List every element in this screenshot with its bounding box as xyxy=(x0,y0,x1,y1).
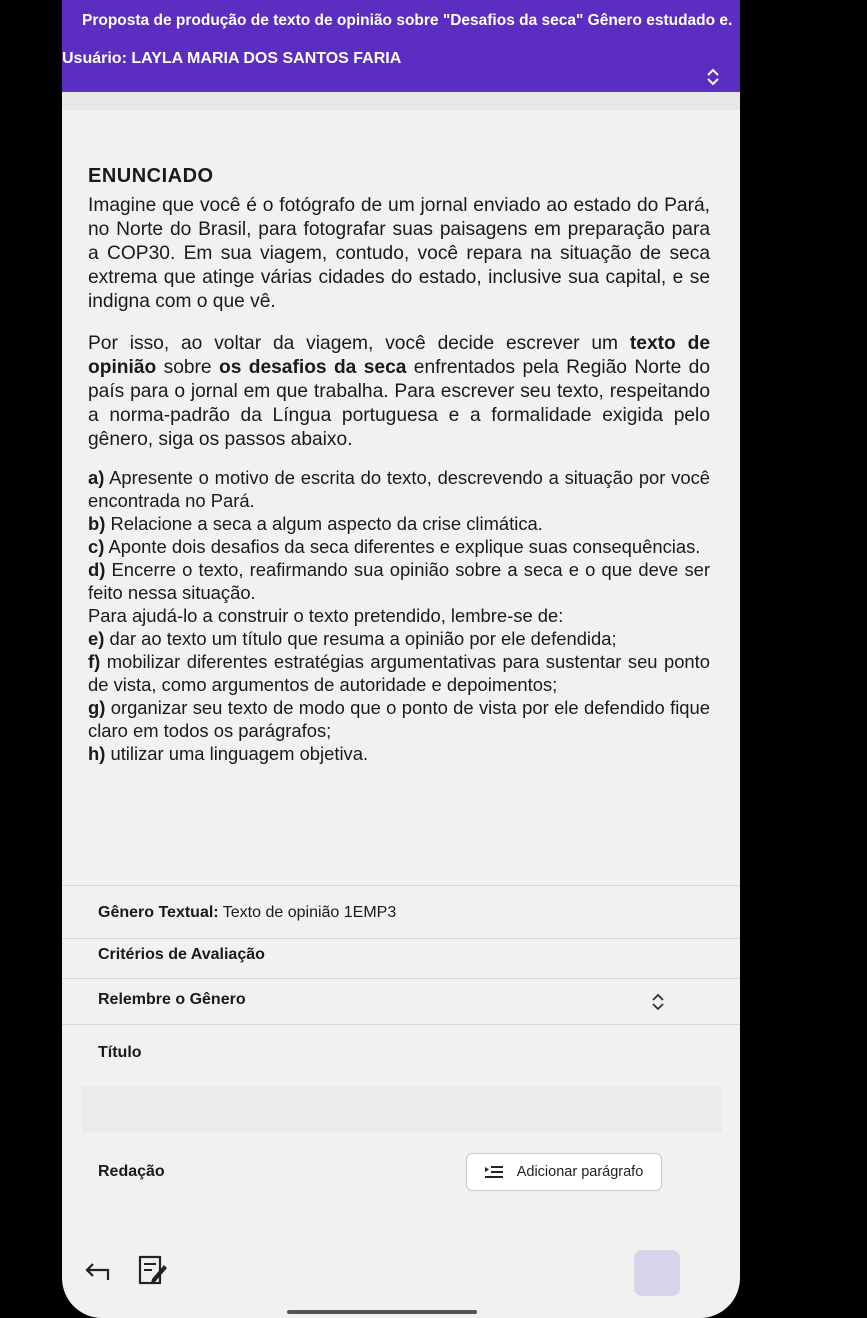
text-fragment: sobre xyxy=(156,357,219,378)
add-paragraph-button[interactable]: Adicionar parágrafo xyxy=(466,1153,662,1191)
list-item: c) Aponte dois desafios da seca diferent… xyxy=(88,536,701,557)
app-screen: Proposta de produção de texto de opinião… xyxy=(62,0,740,1318)
edit-icon[interactable] xyxy=(138,1254,168,1286)
enunciado-paragraph-2: Por isso, ao voltar da viagem, você deci… xyxy=(88,332,710,452)
helper-text: Para ajudá-lo a construir o texto preten… xyxy=(88,605,564,626)
add-paragraph-icon xyxy=(484,1166,503,1178)
add-paragraph-label: Adicionar parágrafo xyxy=(516,1164,644,1180)
divider xyxy=(62,978,740,979)
chevron-updown-icon[interactable] xyxy=(648,992,668,1012)
remember-genre-toggle[interactable]: Relembre o Gênero xyxy=(98,991,246,1009)
enunciado-paragraph-1: Imagine que você é o fotógrafo de um jor… xyxy=(88,195,710,312)
send-button[interactable] xyxy=(634,1250,680,1296)
app-header: Proposta de produção de texto de opinião… xyxy=(62,0,740,92)
list-item: h) utilizar uma linguagem objetiva. xyxy=(88,743,369,764)
list-item: a) Apresente o motivo de escrita do text… xyxy=(88,467,710,511)
page-title: Proposta de produção de texto de opinião… xyxy=(82,12,732,29)
header-strip xyxy=(62,92,740,110)
divider xyxy=(62,1024,740,1025)
genre-label: Gênero Textual: Texto de opinião 1EMP3 xyxy=(98,904,397,921)
list-item: b) Relacione a seca a algum aspecto da c… xyxy=(88,513,543,534)
enunciado-heading: ENUNCIADO xyxy=(88,165,214,187)
instruction-list: a) Apresente o motivo de escrita do text… xyxy=(88,466,710,765)
list-item: d) Encerre o texto, reafirmando sua opin… xyxy=(88,559,710,603)
bottom-toolbar xyxy=(62,1240,740,1318)
essay-label: Redação xyxy=(98,1163,165,1180)
text-fragment: Por isso, ao voltar da viagem, você deci… xyxy=(88,333,630,354)
list-item: e) dar ao texto um título que resuma a o… xyxy=(88,628,617,649)
title-input[interactable] xyxy=(82,1086,722,1132)
divider xyxy=(62,885,740,886)
title-label: Título xyxy=(98,1044,142,1061)
home-indicator[interactable] xyxy=(287,1310,477,1314)
prompt-card: ENUNCIADO Imagine que você é o fotógrafo… xyxy=(76,145,726,890)
list-item: f) mobilizar diferentes estratégias argu… xyxy=(88,651,710,695)
back-arrow-icon[interactable] xyxy=(84,1260,112,1284)
list-item: g) organizar seu texto de modo que o pon… xyxy=(88,697,710,741)
criteria-toggle[interactable]: Critérios de Avaliação xyxy=(98,946,265,964)
user-label: Usuário: LAYLA MARIA DOS SANTOS FARIA xyxy=(62,50,402,67)
divider xyxy=(62,938,740,939)
bold-fragment: os desafios da seca xyxy=(218,357,407,378)
chevron-updown-icon[interactable] xyxy=(702,66,724,88)
